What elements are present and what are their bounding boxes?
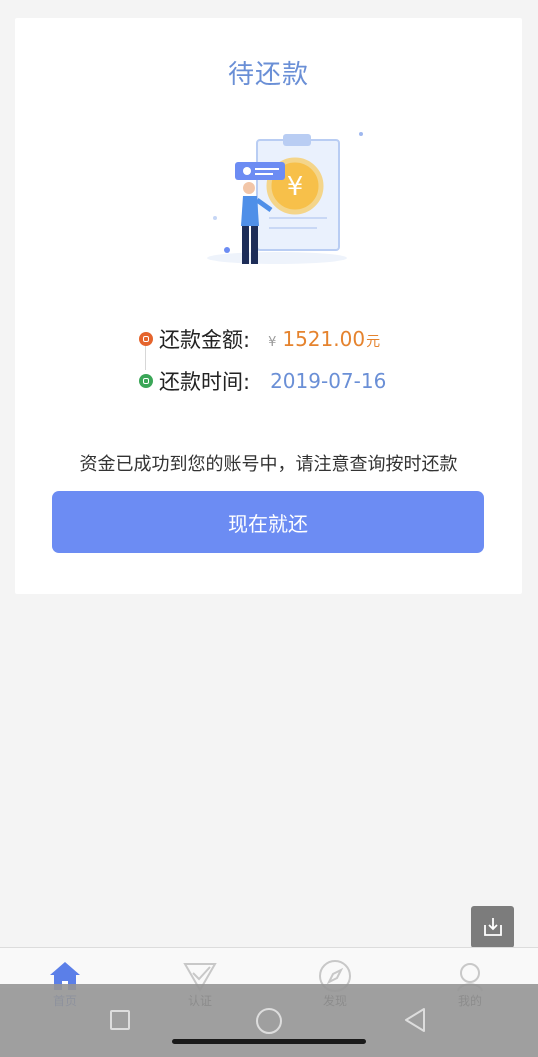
amount-marker-icon (139, 332, 153, 346)
repay-amount-value: 1521.00 (282, 327, 366, 351)
repayment-illustration: ¥ (207, 132, 363, 264)
home-button-icon[interactable] (256, 1008, 282, 1034)
download-icon[interactable] (471, 906, 514, 948)
amount-unit: 元 (366, 334, 381, 350)
repay-now-button[interactable]: 现在就还 (52, 491, 484, 553)
bottom-tab-bar: 首页 认证 发现 我的 (0, 947, 538, 1008)
recent-apps-icon[interactable] (110, 1010, 130, 1030)
home-indicator[interactable] (172, 1039, 366, 1044)
repay-date-value: 2019-07-16 (270, 369, 387, 393)
repay-amount-row: 还款金额: ¥ 1521.00 元 (139, 324, 380, 354)
svg-text:¥: ¥ (287, 172, 304, 202)
back-icon[interactable] (402, 1006, 428, 1034)
currency-symbol: ¥ (268, 335, 277, 350)
repay-time-row: 还款时间: 2019-07-16 (139, 366, 386, 396)
calendar-marker-icon (139, 374, 153, 388)
repay-time-label: 还款时间: (159, 370, 251, 394)
repayment-note: 资金已成功到您的账号中，请注意查询按时还款 (79, 454, 458, 475)
repayment-card: 待还款 ¥ 还款金额: ¥ 1521.00 元 还款时间: 2019-07-16… (15, 18, 522, 594)
repay-amount-label: 还款金额: (159, 328, 251, 352)
system-navigation-bar (0, 984, 538, 1057)
page-title: 待还款 (227, 60, 309, 90)
